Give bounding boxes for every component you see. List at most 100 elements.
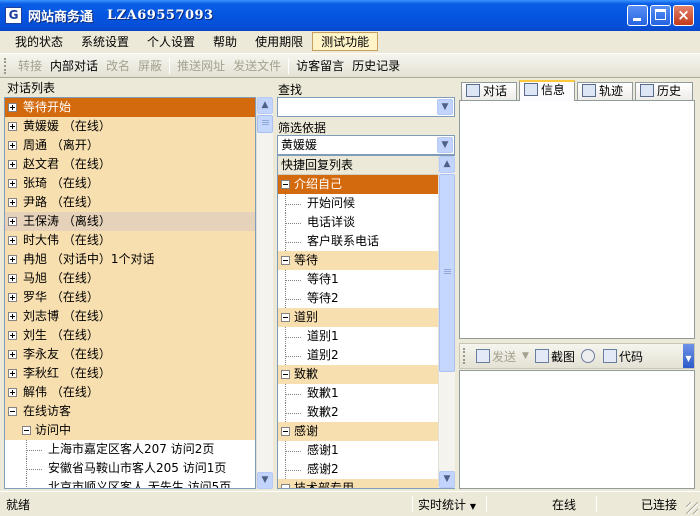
close-button[interactable]: ×: [673, 5, 694, 26]
quick-reply-group[interactable]: 感谢: [278, 422, 454, 441]
conversation-item[interactable]: 冉旭 （对话中）1个对话: [5, 250, 255, 269]
conversation-list[interactable]: 等待开始 黄媛媛 （在线） 周通 （离开） 赵文君 （在线） 张琦 （在线） 尹路 （在线…: [4, 97, 256, 489]
send-options-dropdown[interactable]: ▼: [519, 351, 532, 361]
code-button[interactable]: 代码: [600, 348, 646, 365]
scroll-down-button[interactable]: ▼: [439, 471, 455, 488]
chevron-down-icon[interactable]: ▼: [437, 137, 453, 153]
conversation-item[interactable]: 赵文君 （在线）: [5, 155, 255, 174]
expand-icon[interactable]: [8, 179, 17, 188]
push-url-button[interactable]: 推送网址: [173, 57, 229, 74]
quick-reply-group[interactable]: 技术部专用: [278, 479, 454, 488]
visitor-message-button[interactable]: 访客留言: [292, 57, 348, 74]
toolbar-grip[interactable]: [463, 348, 467, 364]
conversation-item[interactable]: 周通 （离开）: [5, 136, 255, 155]
menu-usage-period[interactable]: 使用期限: [246, 32, 312, 51]
expand-icon[interactable]: [8, 350, 17, 359]
expand-icon[interactable]: [8, 293, 17, 302]
quick-reply-item[interactable]: 客户联系电话: [278, 232, 454, 251]
conversation-list-scrollbar[interactable]: ▲ ▼: [256, 97, 273, 489]
expand-icon[interactable]: [8, 160, 17, 169]
internal-chat-button[interactable]: 内部对话: [46, 57, 102, 74]
scroll-thumb[interactable]: [439, 174, 455, 372]
conversation-item[interactable]: 刘生 （在线）: [5, 326, 255, 345]
quick-reply-group[interactable]: 致歉: [278, 365, 454, 384]
scroll-up-button[interactable]: ▲: [257, 97, 273, 114]
expand-icon[interactable]: [8, 388, 17, 397]
quick-reply-item[interactable]: 感谢2: [278, 460, 454, 479]
collapse-icon[interactable]: [281, 370, 290, 379]
scroll-down-button[interactable]: ▼: [257, 472, 273, 489]
message-input[interactable]: [459, 370, 695, 489]
conversation-item[interactable]: 解伟 （在线）: [5, 383, 255, 402]
collapse-icon[interactable]: [281, 484, 290, 488]
conversation-item[interactable]: 李秋红 （在线）: [5, 364, 255, 383]
conversation-item[interactable]: 刘志博 （在线）: [5, 307, 255, 326]
conversation-item[interactable]: 张琦 （在线）: [5, 174, 255, 193]
visitor-item[interactable]: 上海市嘉定区客人207 访问2页: [5, 440, 255, 459]
menu-help[interactable]: 帮助: [204, 32, 246, 51]
conversation-item[interactable]: 黄媛媛 （在线）: [5, 117, 255, 136]
expand-icon[interactable]: [8, 255, 17, 264]
tree-group-visiting[interactable]: 访问中: [5, 421, 255, 440]
conversation-item[interactable]: 李永友 （在线）: [5, 345, 255, 364]
tab-track[interactable]: 轨迹: [577, 82, 633, 101]
expand-icon[interactable]: [8, 103, 17, 112]
realtime-stats-button[interactable]: 实时统计 ▼: [418, 496, 476, 513]
collapse-icon[interactable]: [22, 426, 31, 435]
conversation-item[interactable]: 王保涛 （离线）: [5, 212, 255, 231]
expand-icon[interactable]: [8, 141, 17, 150]
collapse-icon[interactable]: [8, 407, 17, 416]
menu-personal-settings[interactable]: 个人设置: [138, 32, 204, 51]
send-file-button[interactable]: 发送文件: [229, 57, 285, 74]
collapse-icon[interactable]: [281, 427, 290, 436]
expand-icon[interactable]: [8, 369, 17, 378]
expand-icon[interactable]: [8, 331, 17, 340]
menu-test-features[interactable]: 测试功能: [312, 32, 379, 51]
quick-reply-list[interactable]: 快捷回复列表 介绍自己 开始问候 电话详谈 客户联系电话 等待 等待1 等待2 道别 道别1 道别…: [277, 155, 455, 489]
conversation-item[interactable]: 尹路 （在线）: [5, 193, 255, 212]
collapse-icon[interactable]: [281, 313, 290, 322]
expand-icon[interactable]: [8, 122, 17, 131]
quick-reply-group[interactable]: 介绍自己: [278, 175, 454, 194]
resize-grip[interactable]: [686, 502, 698, 514]
conversation-item[interactable]: 等待开始: [5, 98, 255, 117]
transfer-button[interactable]: 转接: [14, 57, 46, 74]
tab-history[interactable]: 历史: [635, 82, 693, 101]
scroll-thumb[interactable]: [257, 115, 273, 133]
quick-reply-item[interactable]: 致歉2: [278, 403, 454, 422]
collapse-icon[interactable]: [281, 256, 290, 265]
minimize-button[interactable]: [627, 5, 648, 26]
toolbar-grip[interactable]: [4, 57, 8, 74]
block-button[interactable]: 屏蔽: [134, 57, 166, 74]
conversation-item[interactable]: 马旭 （在线）: [5, 269, 255, 288]
emoticon-button[interactable]: [578, 349, 600, 363]
quick-reply-item[interactable]: 道别1: [278, 327, 454, 346]
filter-combo[interactable]: 黄媛媛 ▼: [277, 135, 455, 155]
menu-system-settings[interactable]: 系统设置: [72, 32, 138, 51]
expand-icon[interactable]: [8, 217, 17, 226]
quick-reply-group[interactable]: 道别: [278, 308, 454, 327]
history-button[interactable]: 历史记录: [348, 57, 404, 74]
conversation-item[interactable]: 罗华 （在线）: [5, 288, 255, 307]
scroll-up-button[interactable]: ▲: [439, 156, 455, 173]
send-button[interactable]: 发送: [473, 348, 519, 365]
visitor-item[interactable]: 安徽省马鞍山市客人205 访问1页: [5, 459, 255, 478]
maximize-button[interactable]: [650, 5, 671, 26]
quick-reply-item[interactable]: 开始问候: [278, 194, 454, 213]
quick-reply-item[interactable]: 道别2: [278, 346, 454, 365]
search-combo[interactable]: ▼: [277, 97, 455, 117]
quick-reply-item[interactable]: 致歉1: [278, 384, 454, 403]
quick-reply-item[interactable]: 感谢1: [278, 441, 454, 460]
expand-icon[interactable]: [8, 274, 17, 283]
expand-icon[interactable]: [8, 312, 17, 321]
conversation-item[interactable]: 在线访客: [5, 402, 255, 421]
screenshot-button[interactable]: 截图: [532, 348, 578, 365]
conversation-item[interactable]: 时大伟 （在线）: [5, 231, 255, 250]
toolbar-overflow-chevron[interactable]: ▼: [683, 344, 694, 368]
quick-reply-item[interactable]: 等待1: [278, 270, 454, 289]
quick-reply-item[interactable]: 等待2: [278, 289, 454, 308]
quick-reply-group[interactable]: 等待: [278, 251, 454, 270]
tab-chat[interactable]: 对话: [461, 82, 517, 101]
rename-button[interactable]: 改名: [102, 57, 134, 74]
visitor-item[interactable]: 北京市顺义区客人 无先生 访问5页: [5, 478, 255, 488]
